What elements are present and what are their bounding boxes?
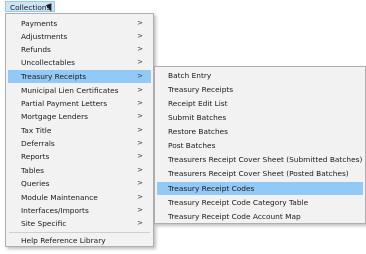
menu-item-uncollectables[interactable]: Uncollectables > bbox=[8, 56, 151, 69]
menu-item-mortgage-lenders[interactable]: Mortgage Lenders > bbox=[8, 110, 151, 123]
chevron-right-icon: > bbox=[137, 206, 143, 214]
menu-item-tables[interactable]: Tables > bbox=[8, 164, 151, 177]
menu-item-deferrals[interactable]: Deferrals > bbox=[8, 137, 151, 150]
menu-item-module-maintenance[interactable]: Module Maintenance > bbox=[8, 191, 151, 204]
submenu-item-restore-batches[interactable]: Restore Batches bbox=[157, 125, 363, 138]
chevron-right-icon: > bbox=[137, 179, 143, 187]
chevron-right-icon: > bbox=[137, 139, 143, 147]
submenu-item-cover-sheet-posted[interactable]: Treasurers Receipt Cover Sheet (Posted B… bbox=[157, 167, 363, 180]
menu-item-reports[interactable]: Reports > bbox=[8, 150, 151, 163]
menu-item-label: Module Maintenance bbox=[21, 193, 98, 202]
chevron-right-icon: > bbox=[137, 219, 143, 227]
menu-item-label: Municipal Lien Certificates bbox=[21, 86, 119, 95]
menu-item-label: Treasury Receipts bbox=[21, 72, 87, 81]
chevron-right-icon: > bbox=[137, 112, 143, 120]
submenu-item-submit-batches[interactable]: Submit Batches bbox=[157, 111, 363, 124]
submenu-item-treasury-receipts[interactable]: Treasury Receipts bbox=[157, 83, 363, 96]
chevron-right-icon: > bbox=[137, 72, 143, 80]
menu-item-label: Adjustments bbox=[21, 32, 68, 41]
menu-item-partial-payment-letters[interactable]: Partial Payment Letters > bbox=[8, 97, 151, 110]
menu-item-site-specific[interactable]: Site Specific > bbox=[8, 217, 151, 230]
menu-item-label: Mortgage Lenders bbox=[21, 112, 88, 121]
collections-dropdown: Payments > Adjustments > Refunds > Uncollec… bbox=[5, 13, 154, 247]
menu-item-queries[interactable]: Queries > bbox=[8, 177, 151, 190]
menu-item-label: Uncollectables bbox=[21, 58, 75, 67]
chevron-right-icon: > bbox=[137, 58, 143, 66]
submenu-item-code-account-map[interactable]: Treasury Receipt Code Account Map bbox=[157, 210, 363, 223]
chevron-right-icon: > bbox=[137, 166, 143, 174]
menu-item-refunds[interactable]: Refunds > bbox=[8, 43, 151, 56]
menu-item-label: Tax Title bbox=[21, 126, 52, 135]
menu-item-label: Deferrals bbox=[21, 139, 55, 148]
treasury-receipts-submenu: Batch Entry Treasury Receipts Receipt Ed… bbox=[154, 66, 366, 224]
menu-item-label: Tables bbox=[21, 166, 44, 175]
menu-item-label: Reports bbox=[21, 152, 50, 161]
menu-item-label: Partial Payment Letters bbox=[21, 99, 108, 108]
chevron-right-icon: > bbox=[137, 99, 143, 107]
menu-item-adjustments[interactable]: Adjustments > bbox=[8, 30, 151, 43]
menu-item-tax-title[interactable]: Tax Title > bbox=[8, 124, 151, 137]
chevron-right-icon: > bbox=[137, 86, 143, 94]
chevron-right-icon: > bbox=[137, 152, 143, 160]
chevron-right-icon: > bbox=[137, 45, 143, 53]
menubar: Collections bbox=[0, 0, 366, 13]
submenu-item-batch-entry[interactable]: Batch Entry bbox=[157, 69, 363, 82]
menu-item-label: Queries bbox=[21, 179, 50, 188]
menu-item-interfaces-imports[interactable]: Interfaces/Imports > bbox=[8, 204, 151, 217]
chevron-right-icon: > bbox=[137, 32, 143, 40]
menu-item-label: Site Specific bbox=[21, 219, 67, 228]
submenu-item-code-category-table[interactable]: Treasury Receipt Code Category Table bbox=[157, 196, 363, 209]
submenu-item-receipt-edit-list[interactable]: Receipt Edit List bbox=[157, 97, 363, 110]
chevron-right-icon: > bbox=[137, 193, 143, 201]
menu-item-label: Help Reference Library bbox=[21, 236, 106, 245]
menu-item-treasury-receipts[interactable]: Treasury Receipts > bbox=[8, 70, 151, 83]
menu-item-payments[interactable]: Payments > bbox=[8, 17, 151, 30]
chevron-right-icon: > bbox=[137, 126, 143, 134]
submenu-item-post-batches[interactable]: Post Batches bbox=[157, 139, 363, 152]
menu-item-label: Payments bbox=[21, 19, 58, 28]
submenu-item-treasury-receipt-codes[interactable]: Treasury Receipt Codes bbox=[157, 182, 363, 195]
submenu-item-cover-sheet-submitted[interactable]: Treasurers Receipt Cover Sheet (Submitte… bbox=[157, 153, 363, 166]
menu-item-help-reference-library[interactable]: Help Reference Library bbox=[8, 234, 151, 247]
menu-item-label: Refunds bbox=[21, 45, 51, 54]
chevron-right-icon: > bbox=[137, 19, 143, 27]
menu-item-label: Interfaces/Imports bbox=[21, 206, 89, 215]
menu-item-municipal-lien-certificates[interactable]: Municipal Lien Certificates > bbox=[8, 84, 151, 97]
menu-separator bbox=[9, 232, 150, 233]
